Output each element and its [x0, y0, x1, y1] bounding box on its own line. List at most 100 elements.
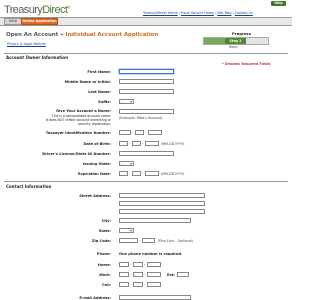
link-fiscal-service-home[interactable]: Fiscal Service Home — [181, 11, 214, 15]
dob-label: Date of Birth: — [83, 142, 111, 146]
progress-step-2: Step 2 — [225, 38, 246, 44]
middle-name-input[interactable] — [119, 79, 174, 84]
dash: - — [130, 272, 132, 276]
work-phone-line-input[interactable] — [147, 272, 161, 277]
divider — [4, 53, 288, 54]
link-separator: | — [178, 11, 180, 15]
expiration-year-input[interactable] — [145, 171, 159, 176]
first-name-input[interactable] — [119, 69, 174, 74]
zip-label: Zip Code: — [91, 239, 111, 243]
email-input[interactable] — [119, 295, 191, 300]
dash: - — [130, 262, 132, 266]
link-site-map[interactable]: Site Map — [217, 11, 231, 15]
suffix-label: Suffix: — [98, 100, 111, 104]
home-phone-line-input[interactable] — [147, 262, 161, 267]
suffix-select[interactable]: - - — [119, 99, 134, 104]
dob-month-input[interactable] — [119, 141, 128, 146]
last-name-input[interactable] — [119, 89, 174, 94]
page-title-main: Individual Account Application — [65, 32, 159, 38]
dob-day-input[interactable] — [132, 141, 141, 146]
link-separator: | — [215, 11, 217, 15]
expiration-format-hint: (MM-DD-YYYY) — [161, 172, 185, 176]
contact-section-title: Contact Information — [6, 184, 52, 189]
street-input-1[interactable] — [119, 193, 205, 198]
first-name-label: First Name: — [87, 70, 111, 74]
link-treasurydirect-home[interactable]: TreasuryDirect Home — [143, 11, 178, 15]
cell-phone-line-input[interactable] — [147, 282, 161, 287]
owner-section-title: Account Owner Information — [6, 55, 69, 60]
privacy-link[interactable]: Privacy & Legal Notices — [7, 42, 46, 46]
page-title: Open An Account » Individual Account App… — [6, 32, 158, 38]
phone-required-note: One phone number is required. — [119, 252, 183, 256]
home-phone-area-input[interactable] — [119, 262, 129, 267]
street-label: Street Address: — [79, 194, 111, 198]
tin-part3-input[interactable] — [148, 130, 162, 135]
license-label: Driver's License/State ID Number: — [42, 152, 111, 156]
expiration-day-input[interactable] — [132, 171, 141, 176]
expiration-month-input[interactable] — [119, 171, 128, 176]
city-input[interactable] — [119, 218, 191, 223]
street-input-3[interactable] — [119, 209, 205, 214]
top-links: TreasuryDirect Home | Fiscal Service Hom… — [143, 11, 253, 15]
work-phone-area-input[interactable] — [119, 272, 129, 277]
progress-label: Progress — [232, 31, 251, 36]
tab-intro[interactable]: Intro — [4, 18, 22, 25]
account-name-example: (Example: Mike's Account) — [119, 116, 163, 120]
tin-part2-input[interactable] — [135, 130, 144, 135]
email-label: E-mail Address: — [79, 296, 111, 300]
dash: - — [145, 130, 147, 134]
dob-format-hint: (MM-DD-YYYY) — [161, 142, 185, 146]
expiration-label: Expiration Date: — [77, 172, 111, 176]
ext-label: Ext: — [167, 273, 175, 277]
cell-phone-prefix-input[interactable] — [133, 282, 143, 287]
logo[interactable]: TreasuryDirect® — [4, 4, 70, 16]
tin-label: Taxpayer Identification Number: — [45, 131, 111, 135]
street-input-2[interactable] — [119, 201, 205, 206]
tin-part1-input[interactable] — [119, 130, 131, 135]
work-phone-ext-input[interactable] — [177, 272, 189, 277]
license-input[interactable] — [119, 151, 174, 156]
divider — [4, 181, 288, 182]
dash: - — [142, 141, 144, 145]
dash: - — [144, 262, 146, 266]
work-phone-prefix-input[interactable] — [133, 272, 143, 277]
cell-phone-label: Cell: — [102, 283, 111, 287]
progress-bar: Step 2 — [203, 37, 269, 45]
zip-plus4-input[interactable] — [142, 238, 155, 243]
logo-text-treasury: Treasury — [4, 4, 43, 16]
dash: - — [139, 238, 141, 242]
account-name-input[interactable] — [119, 109, 174, 114]
issuing-state-select[interactable]: - - — [119, 161, 134, 166]
page-title-prefix: Open An Account » — [6, 32, 66, 38]
dash: - — [142, 171, 144, 175]
help-button[interactable]: Help — [271, 1, 286, 6]
required-note: * Denotes Required Fields — [222, 62, 271, 66]
home-phone-label: Home: — [97, 263, 111, 267]
dob-year-input[interactable] — [145, 141, 159, 146]
dash: - — [144, 272, 146, 276]
cell-phone-area-input[interactable] — [119, 282, 129, 287]
logo-registered: ® — [67, 4, 70, 10]
tab-online-application[interactable]: Online Application — [21, 18, 58, 25]
state-select[interactable] — [119, 228, 134, 233]
state-label: State: — [98, 229, 111, 233]
account-name-label: Give Your Account a Name: — [56, 109, 111, 113]
dash: - — [129, 141, 131, 145]
dash: - — [130, 282, 132, 286]
dash: - — [144, 282, 146, 286]
middle-name-label: Middle Name or Initial: — [64, 80, 111, 84]
issuing-state-label: Issuing State: — [82, 162, 111, 166]
link-contact-us[interactable]: Contact Us — [235, 11, 253, 15]
last-name-label: Last Name: — [88, 90, 111, 94]
zip-input[interactable] — [119, 238, 138, 243]
city-label: City: — [101, 219, 111, 223]
logo-text-direct: Direct — [42, 4, 68, 16]
work-phone-label: Work: — [99, 273, 111, 277]
dash: - — [129, 171, 131, 175]
progress-step-1 — [204, 38, 225, 44]
home-phone-prefix-input[interactable] — [133, 262, 143, 267]
phone-label: Phone: — [96, 252, 111, 256]
zip-hint: (Plus Four - Optional) — [158, 239, 193, 243]
account-name-help-line3: security registration. — [77, 122, 111, 126]
dash: - — [132, 130, 134, 134]
